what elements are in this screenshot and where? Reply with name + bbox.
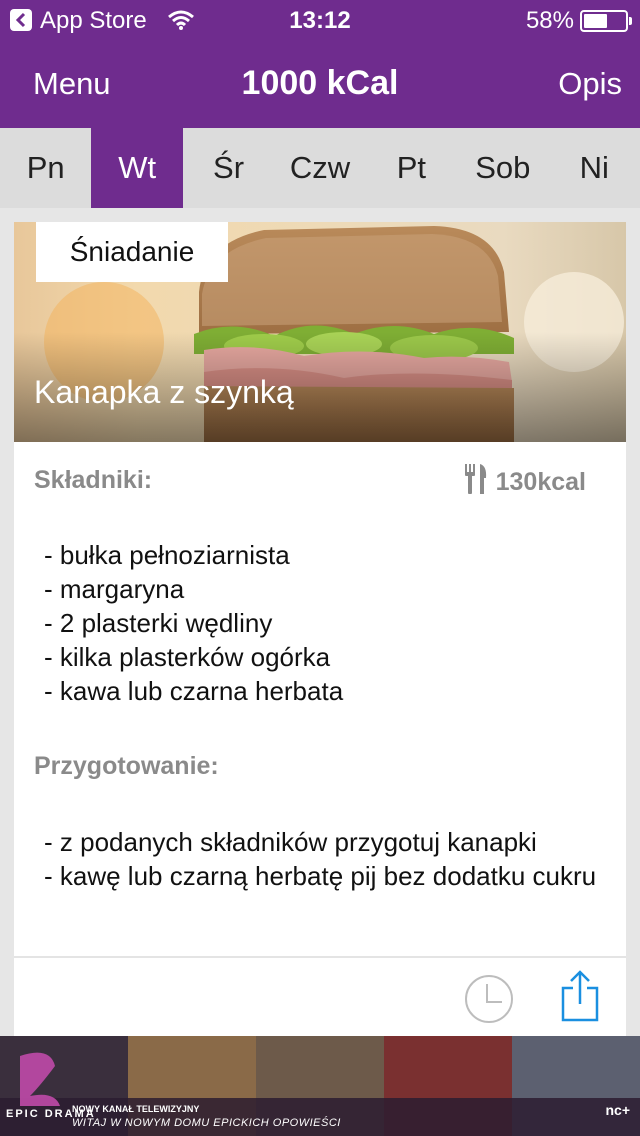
divider xyxy=(14,956,626,958)
battery-fill xyxy=(584,14,608,28)
tab-day-1[interactable]: Wt xyxy=(91,128,183,208)
tab-day-6[interactable]: Ni xyxy=(549,128,640,208)
battery-percent: 58% xyxy=(525,7,574,34)
preparation-list: - z podanych składników przygotuj kanapk… xyxy=(44,825,604,893)
preparation-heading: Przygotowanie: xyxy=(34,752,219,780)
dish-name: Kanapka z szynką xyxy=(34,374,294,410)
fork-knife-icon xyxy=(464,464,496,501)
tab-day-5[interactable]: Sob xyxy=(457,128,548,208)
ingredients-item: - kawa lub czarna herbata xyxy=(44,676,344,706)
page-title: 1000 kCal xyxy=(241,64,399,102)
calories-value: 130kcal xyxy=(495,468,586,496)
tab-day-4[interactable]: Pt xyxy=(366,128,457,208)
ingredients-item: - margaryna xyxy=(44,574,185,604)
clock-icon[interactable] xyxy=(464,974,514,1029)
day-tabs: Pn Wt Śr Czw Pt Sob Ni xyxy=(0,128,640,208)
meal-type-label: Śniadanie xyxy=(36,222,228,282)
ingredients-item: - bułka pełnoziarnista xyxy=(44,540,290,570)
share-icon[interactable] xyxy=(560,970,600,1027)
description-button[interactable]: Opis xyxy=(558,66,622,102)
status-bar: App Store 13:12 58% xyxy=(0,0,640,40)
ingredients-list: - bułka pełnoziarnista - margaryna - 2 pla… xyxy=(44,538,604,708)
tab-day-2[interactable]: Śr xyxy=(183,128,274,208)
tab-day-0[interactable]: Pn xyxy=(0,128,91,208)
preparation-item: - z podanych składników przygotuj kanapk… xyxy=(44,827,537,857)
ingredients-item: - 2 plasterki wędliny xyxy=(44,608,273,638)
meal-card: Śniadanie Kanapka z szynką Składniki: 13… xyxy=(14,222,626,1038)
advertisement-banner[interactable]: EPIC DRAMA NOWY KANAŁ TELEWIZYJNY WITAJ … xyxy=(0,1036,640,1136)
ad-brand: nc+ xyxy=(605,1102,630,1118)
ingredients-item: - kilka plasterków ogórka xyxy=(44,642,331,672)
battery-nub xyxy=(629,17,632,25)
ingredients-heading: Składniki: xyxy=(34,466,153,494)
preparation-item: - kawę lub czarną herbatę pij bez dodatk… xyxy=(44,861,597,891)
tab-day-3[interactable]: Czw xyxy=(274,128,365,208)
calories-info: 130kcal xyxy=(464,464,586,501)
ad-headline: WITAJ W NOWYM DOMU EPICKICH OPOWIEŚCI xyxy=(72,1117,341,1129)
battery-icon xyxy=(580,10,632,32)
meal-photo: Śniadanie Kanapka z szynką xyxy=(14,222,626,442)
navigation-bar: Menu 1000 kCal Opis xyxy=(0,40,640,128)
ad-tagline: NOWY KANAŁ TELEWIZYJNY xyxy=(72,1104,200,1114)
